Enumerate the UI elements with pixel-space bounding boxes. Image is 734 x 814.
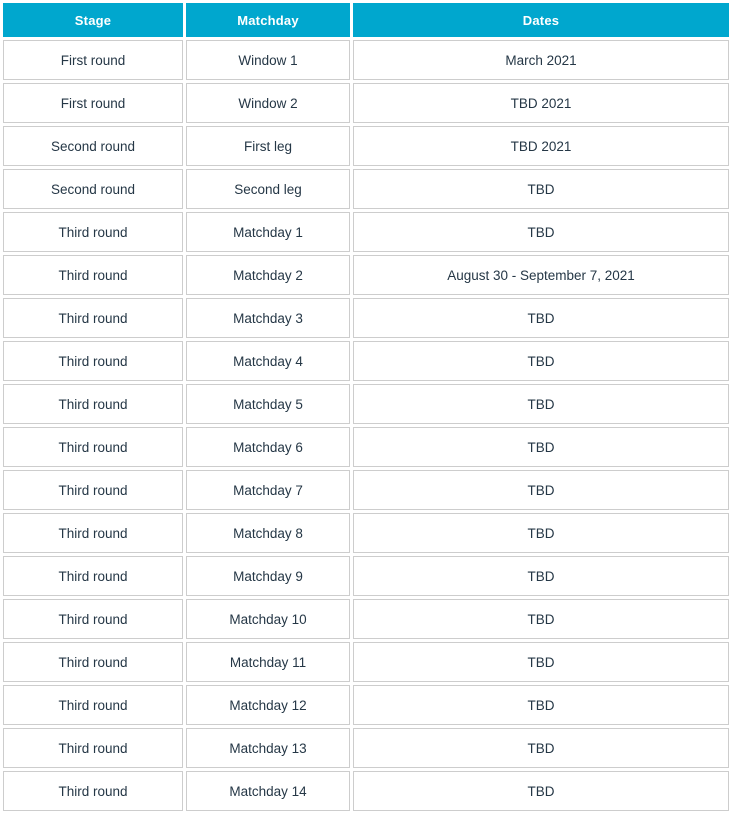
cell-dates: TBD xyxy=(353,556,729,596)
cell-dates: March 2021 xyxy=(353,40,729,80)
cell-dates: TBD xyxy=(353,384,729,424)
cell-matchday: Matchday 2 xyxy=(186,255,350,295)
cell-dates: TBD xyxy=(353,513,729,553)
table-row: Third round Matchday 14 TBD xyxy=(3,771,729,811)
table-row: Third round Matchday 2 August 30 - Septemb… xyxy=(3,255,729,295)
table-row: Third round Matchday 9 TBD xyxy=(3,556,729,596)
table-header: Stage Matchday Dates xyxy=(3,3,729,37)
cell-stage: Third round xyxy=(3,556,183,596)
cell-dates: TBD xyxy=(353,599,729,639)
table-row: First round Window 2 TBD 2021 xyxy=(3,83,729,123)
table-body: First round Window 1 March 2021 First round… xyxy=(3,40,729,811)
table-row: Third round Matchday 4 TBD xyxy=(3,341,729,381)
cell-stage: First round xyxy=(3,83,183,123)
cell-dates: TBD xyxy=(353,169,729,209)
cell-stage: Second round xyxy=(3,126,183,166)
cell-dates: TBD 2021 xyxy=(353,126,729,166)
cell-matchday: Window 1 xyxy=(186,40,350,80)
cell-matchday: Second leg xyxy=(186,169,350,209)
table-row: Third round Matchday 1 TBD xyxy=(3,212,729,252)
cell-dates: TBD xyxy=(353,728,729,768)
table-header-row: Stage Matchday Dates xyxy=(3,3,729,37)
cell-stage: Third round xyxy=(3,298,183,338)
column-header-stage: Stage xyxy=(3,3,183,37)
cell-matchday: Matchday 12 xyxy=(186,685,350,725)
cell-matchday: Window 2 xyxy=(186,83,350,123)
table-row: Third round Matchday 3 TBD xyxy=(3,298,729,338)
column-header-matchday: Matchday xyxy=(186,3,350,37)
cell-stage: Third round xyxy=(3,513,183,553)
cell-stage: Third round xyxy=(3,255,183,295)
table-row: Third round Matchday 13 TBD xyxy=(3,728,729,768)
cell-stage: Third round xyxy=(3,384,183,424)
column-header-dates: Dates xyxy=(353,3,729,37)
cell-stage: Third round xyxy=(3,427,183,467)
cell-matchday: Matchday 9 xyxy=(186,556,350,596)
cell-stage: Second round xyxy=(3,169,183,209)
cell-matchday: Matchday 6 xyxy=(186,427,350,467)
cell-matchday: Matchday 8 xyxy=(186,513,350,553)
table-row: Third round Matchday 7 TBD xyxy=(3,470,729,510)
cell-dates: August 30 - September 7, 2021 xyxy=(353,255,729,295)
table-row: Third round Matchday 6 TBD xyxy=(3,427,729,467)
cell-matchday: Matchday 10 xyxy=(186,599,350,639)
competition-schedule-table: Stage Matchday Dates First round Window 1… xyxy=(0,0,732,814)
cell-dates: TBD xyxy=(353,298,729,338)
cell-dates: TBD xyxy=(353,642,729,682)
cell-stage: Third round xyxy=(3,470,183,510)
cell-dates: TBD xyxy=(353,427,729,467)
cell-stage: Third round xyxy=(3,685,183,725)
table-row: Third round Matchday 12 TBD xyxy=(3,685,729,725)
cell-dates: TBD xyxy=(353,341,729,381)
table-row: Third round Matchday 11 TBD xyxy=(3,642,729,682)
cell-stage: Third round xyxy=(3,599,183,639)
cell-dates: TBD xyxy=(353,771,729,811)
cell-matchday: Matchday 5 xyxy=(186,384,350,424)
table-row: First round Window 1 March 2021 xyxy=(3,40,729,80)
cell-matchday: Matchday 3 xyxy=(186,298,350,338)
cell-dates: TBD xyxy=(353,470,729,510)
cell-stage: Third round xyxy=(3,341,183,381)
table-row: Third round Matchday 10 TBD xyxy=(3,599,729,639)
table-row: Second round First leg TBD 2021 xyxy=(3,126,729,166)
table-row: Second round Second leg TBD xyxy=(3,169,729,209)
cell-stage: First round xyxy=(3,40,183,80)
cell-matchday: Matchday 14 xyxy=(186,771,350,811)
cell-matchday: Matchday 11 xyxy=(186,642,350,682)
cell-dates: TBD 2021 xyxy=(353,83,729,123)
cell-stage: Third round xyxy=(3,642,183,682)
cell-dates: TBD xyxy=(353,685,729,725)
cell-stage: Third round xyxy=(3,212,183,252)
cell-dates: TBD xyxy=(353,212,729,252)
table-row: Third round Matchday 8 TBD xyxy=(3,513,729,553)
cell-matchday: Matchday 7 xyxy=(186,470,350,510)
cell-stage: Third round xyxy=(3,771,183,811)
cell-matchday: Matchday 4 xyxy=(186,341,350,381)
table-row: Third round Matchday 5 TBD xyxy=(3,384,729,424)
cell-matchday: Matchday 13 xyxy=(186,728,350,768)
cell-matchday: Matchday 1 xyxy=(186,212,350,252)
cell-matchday: First leg xyxy=(186,126,350,166)
cell-stage: Third round xyxy=(3,728,183,768)
